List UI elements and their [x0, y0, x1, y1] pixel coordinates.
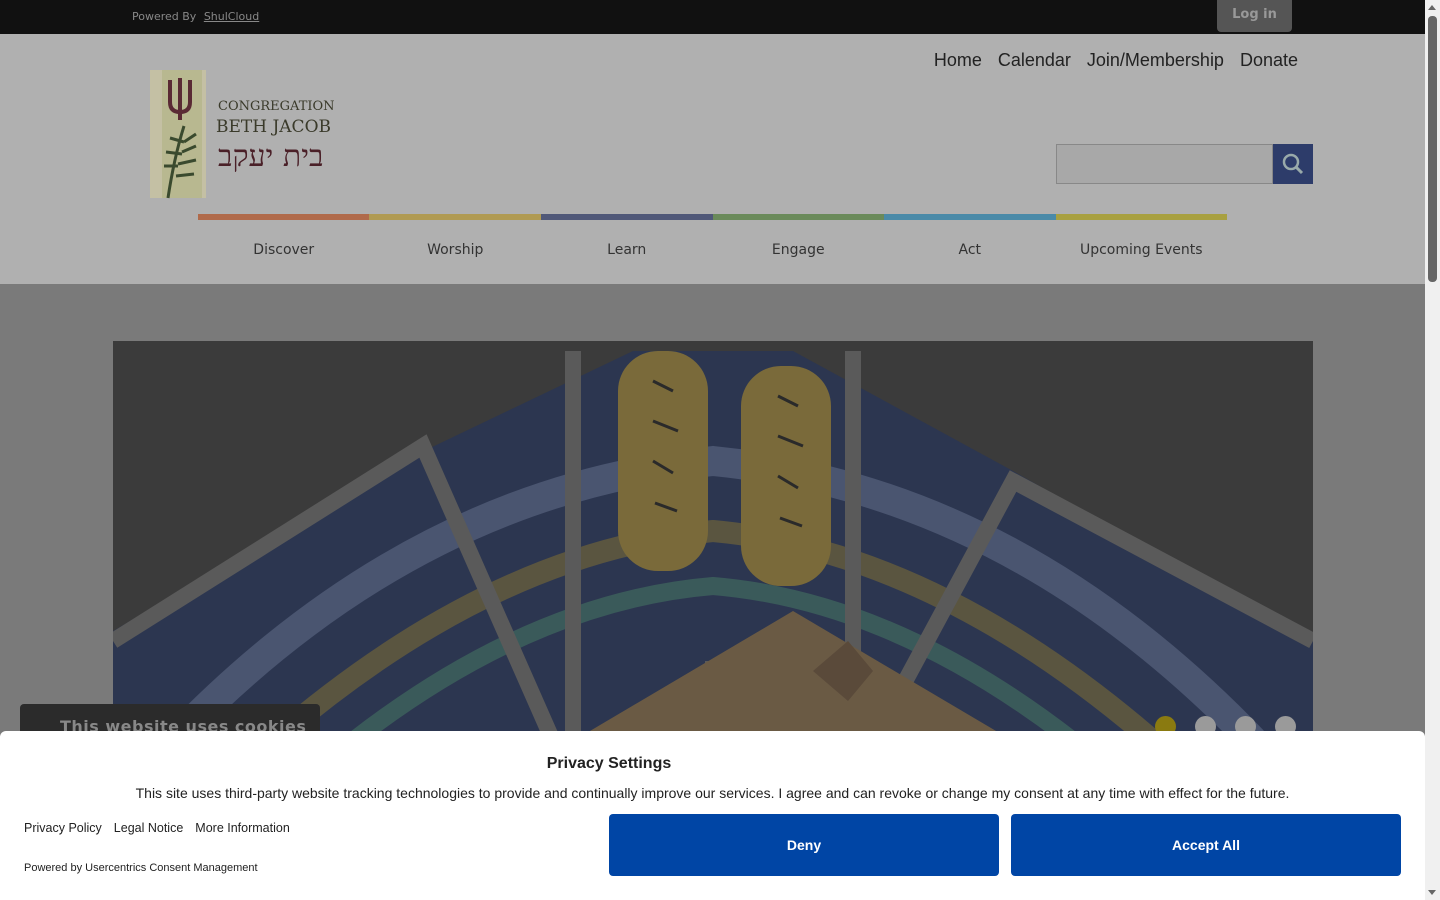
nav-upcoming-events[interactable]: Upcoming Events: [1056, 242, 1228, 258]
stained-glass-image: [113, 341, 1313, 741]
main-nav: Discover Worship Learn Engage Act Upcomi…: [198, 242, 1227, 258]
accept-all-button[interactable]: Accept All: [1011, 814, 1401, 876]
congregation-logo[interactable]: CONGREGATION BETH JACOB בית יעקב: [148, 68, 368, 200]
nav-learn[interactable]: Learn: [541, 242, 713, 258]
color-bar-learn: [541, 214, 713, 220]
nav-donate[interactable]: Donate: [1240, 50, 1298, 71]
search-input[interactable]: [1056, 144, 1273, 184]
scroll-thumb[interactable]: [1428, 16, 1437, 282]
privacy-banner: Privacy Settings This site uses third-pa…: [0, 731, 1425, 900]
logo-emblem: [150, 70, 206, 199]
privacy-links: Privacy Policy Legal Notice More Informa…: [24, 821, 290, 835]
more-information-link[interactable]: More Information: [195, 821, 289, 835]
logo-line2: BETH JACOB: [216, 117, 331, 137]
search-button[interactable]: [1273, 144, 1313, 184]
deny-button[interactable]: Deny: [609, 814, 999, 876]
logo-line1: CONGREGATION: [218, 99, 335, 114]
color-bar-engage: [713, 214, 884, 220]
scroll-down-arrow-icon[interactable]: [1428, 890, 1436, 895]
nav-act[interactable]: Act: [884, 242, 1056, 258]
nav-engage[interactable]: Engage: [713, 242, 885, 258]
nav-worship[interactable]: Worship: [370, 242, 542, 258]
top-nav: Home Calendar Join/Membership Donate: [934, 50, 1298, 71]
login-button[interactable]: Log in: [1217, 0, 1292, 32]
page-scrollbar[interactable]: [1425, 0, 1440, 900]
logo-hebrew: בית יעקב: [218, 139, 324, 174]
nav-join-membership[interactable]: Join/Membership: [1087, 50, 1224, 71]
legal-notice-link[interactable]: Legal Notice: [114, 821, 184, 835]
site-header: Home Calendar Join/Membership Donate CON…: [0, 34, 1425, 284]
powered-by: Powered By ShulCloud: [132, 10, 259, 23]
privacy-text: This site uses third-party website track…: [135, 785, 1290, 801]
privacy-title: Privacy Settings: [546, 755, 672, 772]
powered-by-label: Powered By: [132, 10, 197, 23]
color-bar-events: [1056, 214, 1227, 220]
color-bar-act: [884, 214, 1056, 220]
nav-discover[interactable]: Discover: [198, 242, 370, 258]
shulcloud-link[interactable]: ShulCloud: [204, 10, 259, 23]
nav-home[interactable]: Home: [934, 50, 982, 71]
hero-slideshow: [113, 341, 1313, 741]
nav-calendar[interactable]: Calendar: [998, 50, 1071, 71]
scroll-up-arrow-icon[interactable]: [1428, 5, 1436, 10]
color-bar-discover: [198, 214, 369, 220]
search-icon: [1282, 153, 1304, 175]
usercentrics-powered: Powered by Usercentrics Consent Manageme…: [24, 862, 258, 874]
top-bar: Powered By ShulCloud Log in: [0, 0, 1425, 34]
color-bar-worship: [369, 214, 541, 220]
privacy-policy-link[interactable]: Privacy Policy: [24, 821, 102, 835]
